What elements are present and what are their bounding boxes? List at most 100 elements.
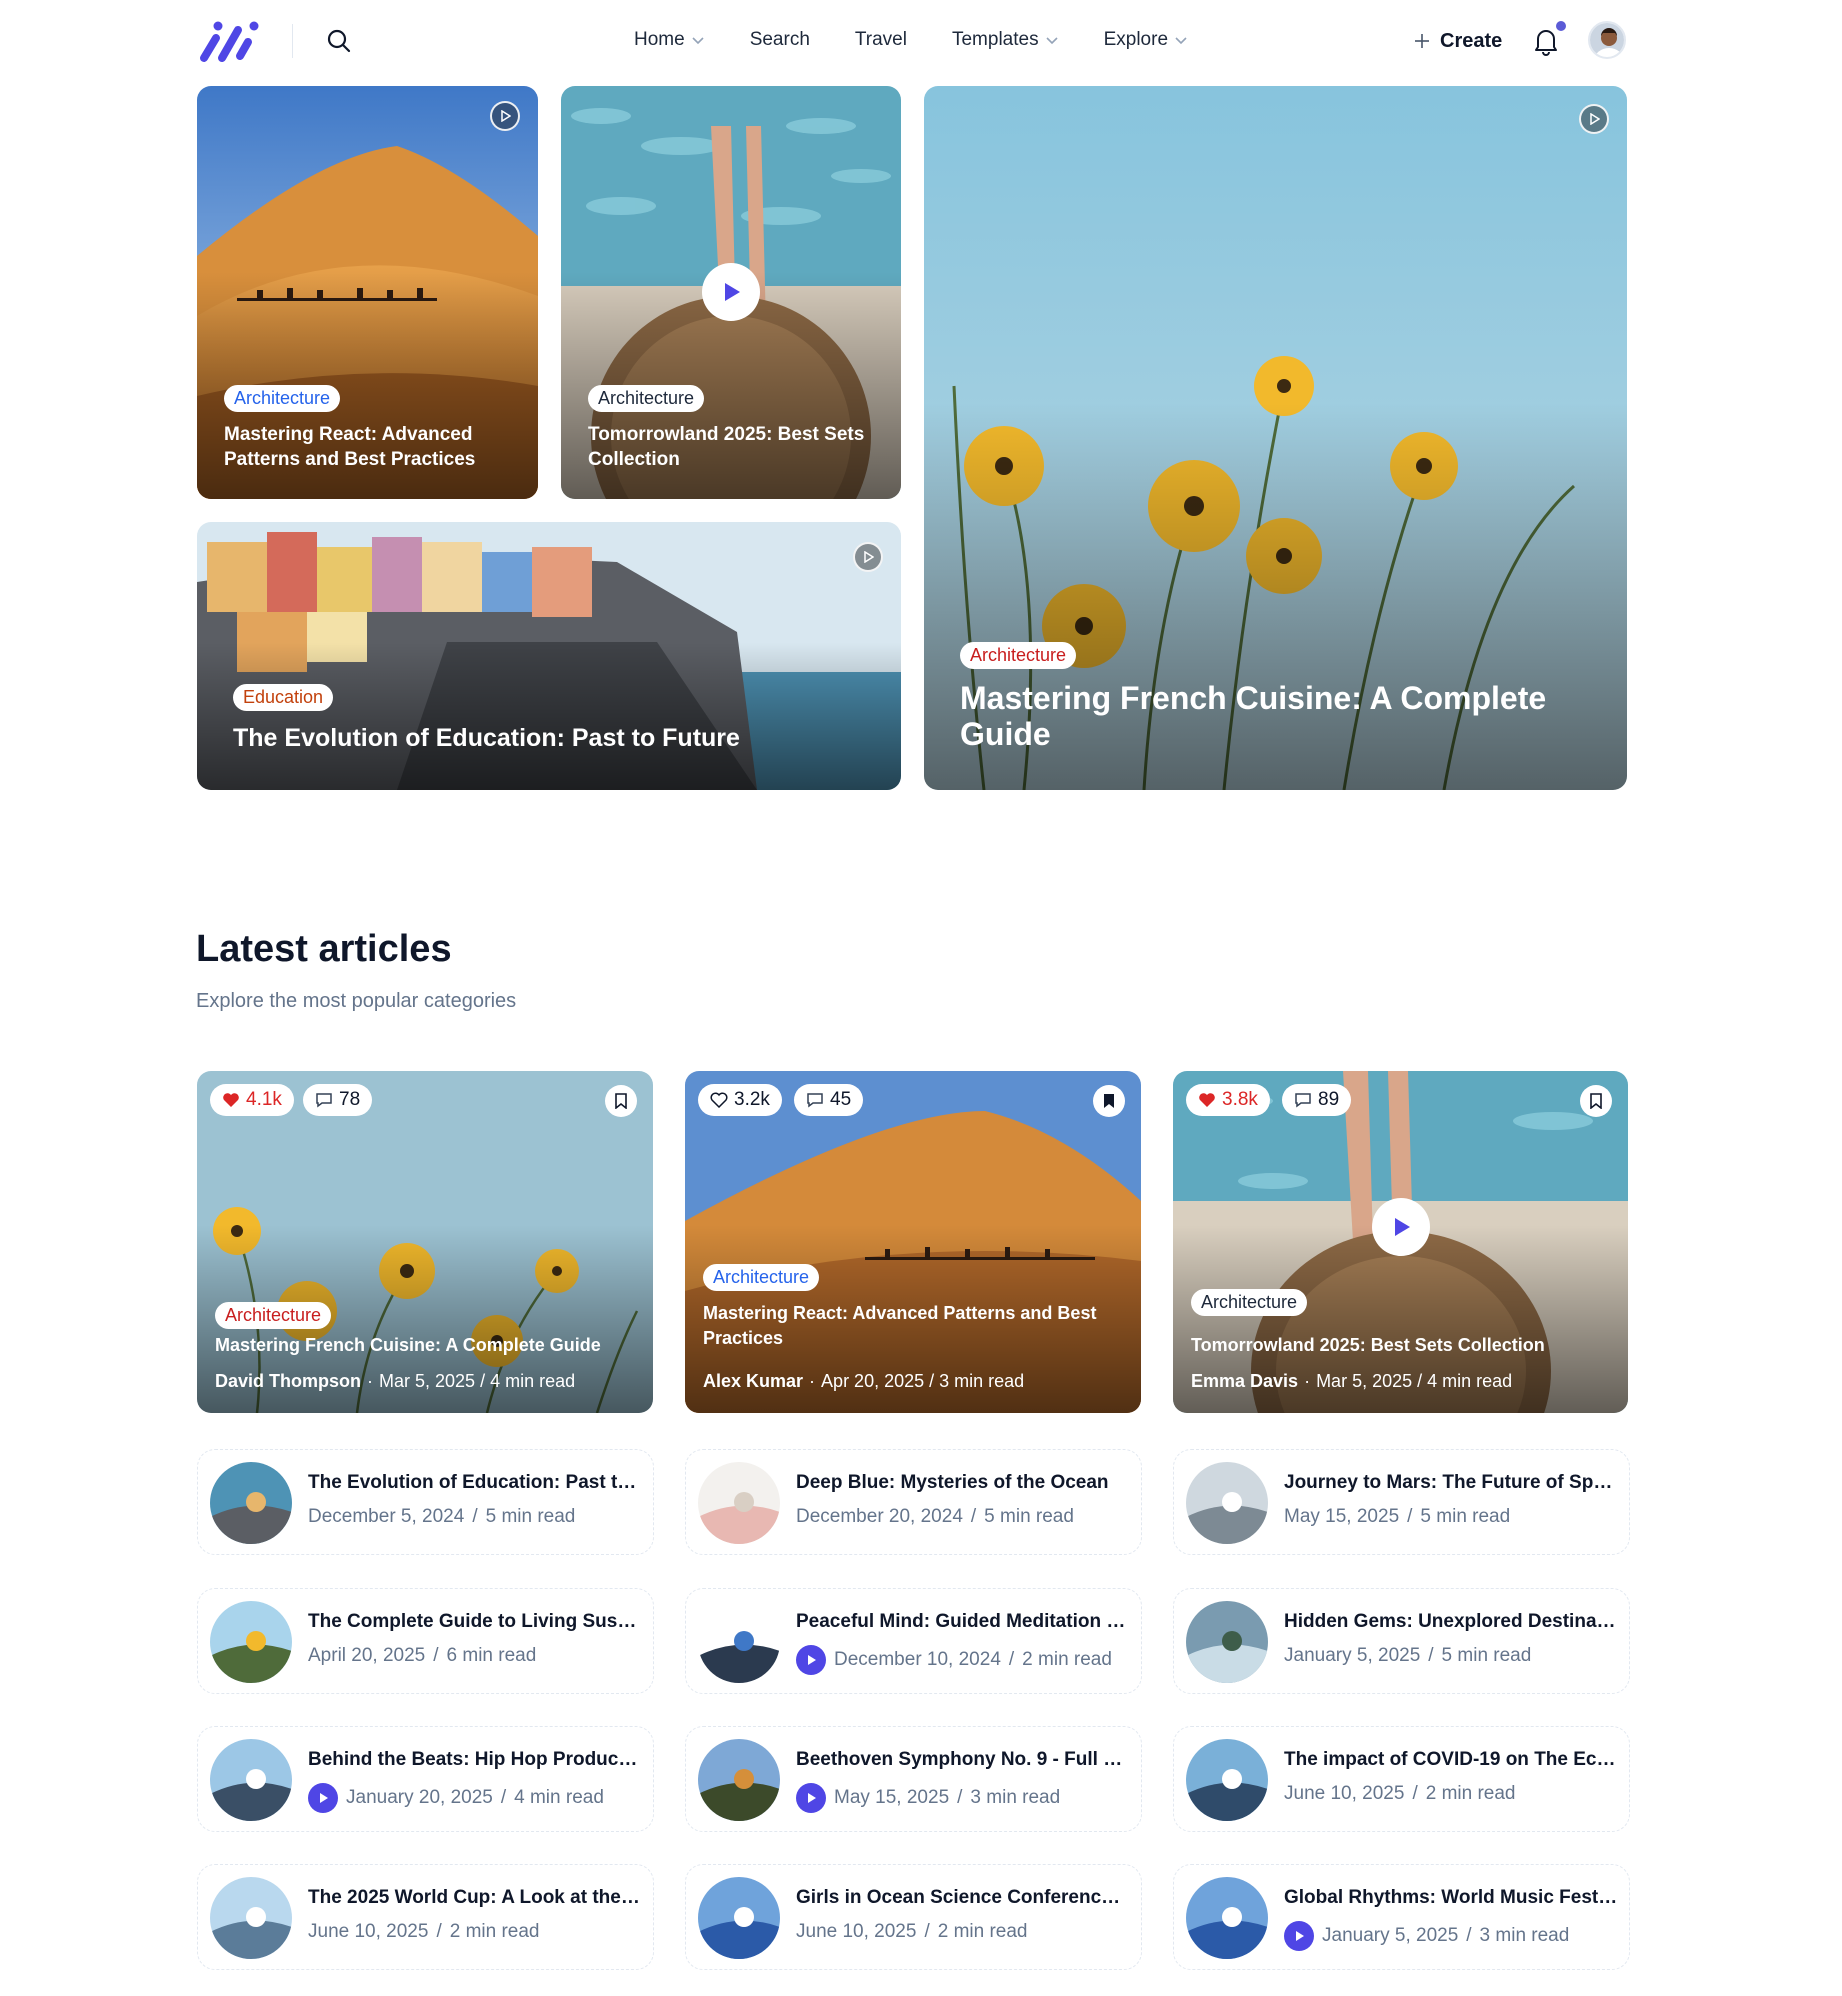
category-badge[interactable]: Architecture <box>703 1264 820 1291</box>
article-thumbnail[interactable] <box>698 1601 780 1683</box>
article-title[interactable]: Deep Blue: Mysteries of the Ocean <box>796 1472 1130 1494</box>
list-item[interactable]: Hidden Gems: Unexplored Destinations Janu… <box>1173 1588 1630 1694</box>
hero-card-2[interactable]: Architecture Tomorrowland 2025: Best Set… <box>561 86 901 499</box>
comment-button[interactable]: 89 <box>1282 1084 1352 1116</box>
author-name[interactable]: David Thompson <box>215 1371 361 1391</box>
hero-card-4[interactable]: Architecture Mastering French Cuisine: A… <box>924 86 1627 790</box>
section-title: Latest articles <box>196 928 452 970</box>
card-title[interactable]: Mastering French Cuisine: A Complete Gui… <box>215 1333 635 1358</box>
article-title[interactable]: The 2025 World Cup: A Look at the Conten… <box>308 1887 642 1909</box>
article-thumbnail[interactable] <box>210 1601 292 1683</box>
author-name[interactable]: Emma Davis <box>1191 1371 1298 1391</box>
meta-separator: / <box>500 1787 507 1808</box>
category-badge[interactable]: Architecture <box>215 1302 332 1329</box>
article-title[interactable]: The impact of COVID-19 on The Economy <box>1284 1749 1618 1771</box>
card-title[interactable]: Mastering React: Advanced Patterns and B… <box>224 422 504 472</box>
article-title[interactable]: Global Rhythms: World Music Festival <box>1284 1887 1618 1909</box>
article-title[interactable]: Beethoven Symphony No. 9 - Full Performa… <box>796 1749 1130 1771</box>
category-badge[interactable]: Architecture <box>960 642 1077 669</box>
play-button[interactable] <box>702 263 760 321</box>
featured-card-1[interactable]: 4.1k 78 Architecture Mastering French Cu… <box>197 1071 653 1413</box>
list-item[interactable]: Peaceful Mind: Guided Meditation Session… <box>685 1588 1142 1694</box>
play-button[interactable] <box>308 1783 338 1813</box>
list-item[interactable]: Behind the Beats: Hip Hop Production Janu… <box>197 1726 654 1832</box>
card-title[interactable]: Mastering French Cuisine: A Complete Gui… <box>960 680 1580 752</box>
play-button[interactable] <box>796 1645 826 1675</box>
article-thumbnail[interactable] <box>1186 1462 1268 1544</box>
article-thumbnail[interactable] <box>698 1877 780 1959</box>
image-overlay <box>685 1071 1141 1413</box>
play-circle-icon[interactable] <box>490 101 520 131</box>
like-button[interactable]: 4.1k <box>210 1084 294 1116</box>
card-title[interactable]: Tomorrowland 2025: Best Sets Collection <box>1191 1333 1611 1358</box>
card-title[interactable]: Tomorrowland 2025: Best Sets Collection <box>588 422 878 472</box>
like-button[interactable]: 3.8k <box>1186 1084 1270 1116</box>
nav-travel[interactable]: Travel <box>855 29 907 51</box>
article-date: December 5, 2024 <box>308 1506 465 1527</box>
nav-search[interactable]: Search <box>750 29 810 51</box>
article-thumbnail[interactable] <box>210 1739 292 1821</box>
author-name[interactable]: Alex Kumar <box>703 1371 803 1391</box>
play-button[interactable] <box>1372 1198 1430 1256</box>
category-badge[interactable]: Architecture <box>588 385 705 412</box>
chevron-down-icon <box>1175 37 1187 45</box>
category-badge[interactable]: Architecture <box>224 385 341 412</box>
hero-card-3[interactable]: Education The Evolution of Education: Pa… <box>197 522 901 790</box>
article-title[interactable]: The Evolution of Education: Past to Futu… <box>308 1472 642 1494</box>
list-item[interactable]: Girls in Ocean Science Conference 2025 Ju… <box>685 1864 1142 1970</box>
article-date: January 20, 2025 <box>346 1787 493 1808</box>
article-title[interactable]: The Complete Guide to Living Sustainably <box>308 1611 642 1633</box>
category-badge[interactable]: Architecture <box>1191 1289 1308 1316</box>
list-item[interactable]: The Evolution of Education: Past to Futu… <box>197 1449 654 1555</box>
nav-home[interactable]: Home <box>634 29 705 51</box>
article-thumbnail[interactable] <box>1186 1739 1268 1821</box>
featured-card-2[interactable]: 3.2k 45 Architecture Mastering React: Ad… <box>685 1071 1141 1413</box>
article-title[interactable]: Peaceful Mind: Guided Meditation Session… <box>796 1611 1130 1633</box>
play-circle-icon[interactable] <box>1579 104 1609 134</box>
like-button[interactable]: 3.2k <box>698 1084 782 1116</box>
list-item[interactable]: The impact of COVID-19 on The Economy Jun… <box>1173 1726 1630 1832</box>
article-thumbnail[interactable] <box>210 1877 292 1959</box>
article-title[interactable]: Hidden Gems: Unexplored Destinations <box>1284 1611 1618 1633</box>
nav-templates[interactable]: Templates <box>952 29 1059 51</box>
bookmark-button[interactable] <box>1093 1085 1125 1117</box>
hero-card-1[interactable]: Architecture Mastering React: Advanced P… <box>197 86 538 499</box>
list-item[interactable]: Journey to Mars: The Future of Space Exp… <box>1173 1449 1630 1555</box>
comment-button[interactable]: 45 <box>794 1084 864 1116</box>
card-title[interactable]: Mastering React: Advanced Patterns and B… <box>703 1301 1123 1351</box>
article-thumbnail[interactable] <box>210 1462 292 1544</box>
article-date: December 10, 2024 <box>834 1649 1001 1670</box>
search-icon[interactable] <box>326 28 352 54</box>
article-thumbnail[interactable] <box>698 1739 780 1821</box>
list-item[interactable]: The 2025 World Cup: A Look at the Conten… <box>197 1864 654 1970</box>
list-item[interactable]: Beethoven Symphony No. 9 - Full Performa… <box>685 1726 1142 1832</box>
category-badge[interactable]: Education <box>233 684 334 711</box>
bookmark-filled-icon <box>1104 1094 1114 1108</box>
avatar[interactable] <box>1588 21 1626 59</box>
bookmark-button[interactable] <box>1580 1085 1612 1117</box>
create-button[interactable]: Create <box>1414 24 1502 58</box>
play-button[interactable] <box>796 1783 826 1813</box>
article-title[interactable]: Behind the Beats: Hip Hop Production <box>308 1749 642 1771</box>
header-divider <box>292 24 293 58</box>
nav-templates-label: Templates <box>951 29 1039 50</box>
article-thumbnail[interactable] <box>1186 1877 1268 1959</box>
featured-card-3[interactable]: 3.8k 89 Architecture Tomorrowland 2025: … <box>1173 1071 1628 1413</box>
list-item[interactable]: Deep Blue: Mysteries of the Ocean Decembe… <box>685 1449 1142 1555</box>
read-time: 2 min read <box>1425 1783 1516 1804</box>
play-circle-icon[interactable] <box>853 542 883 572</box>
logo-icon[interactable] <box>196 18 262 64</box>
article-title[interactable]: Girls in Ocean Science Conference 2025 <box>796 1887 1130 1909</box>
list-item[interactable]: The Complete Guide to Living Sustainably… <box>197 1588 654 1694</box>
comment-button[interactable]: 78 <box>303 1084 373 1116</box>
bookmark-button[interactable] <box>605 1085 637 1117</box>
nav-explore[interactable]: Explore <box>1104 29 1188 51</box>
play-button[interactable] <box>1284 1921 1314 1951</box>
read-time: 3 min read <box>939 1371 1025 1391</box>
bell-icon[interactable] <box>1532 26 1560 56</box>
article-thumbnail[interactable] <box>1186 1601 1268 1683</box>
article-title[interactable]: Journey to Mars: The Future of Space Exp… <box>1284 1472 1618 1494</box>
card-title[interactable]: The Evolution of Education: Past to Futu… <box>233 722 853 754</box>
list-item[interactable]: Global Rhythms: World Music Festival Janu… <box>1173 1864 1630 1970</box>
article-thumbnail[interactable] <box>698 1462 780 1544</box>
